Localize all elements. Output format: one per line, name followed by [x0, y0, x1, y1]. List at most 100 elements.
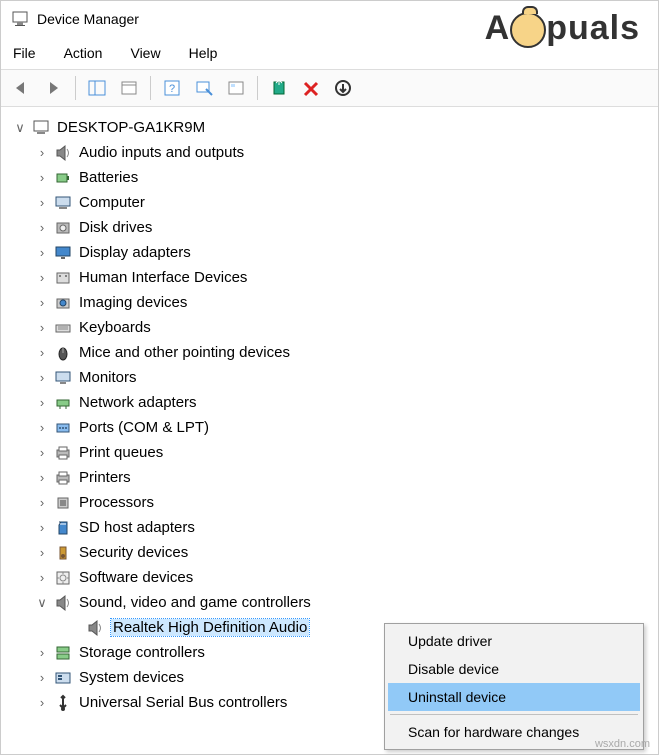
chevron-right-icon[interactable]: ›	[35, 646, 49, 660]
chevron-down-icon[interactable]: ∨	[35, 596, 49, 610]
uninstall-device-button[interactable]	[296, 73, 326, 103]
mouse-icon	[53, 343, 73, 363]
menu-view[interactable]: View	[130, 45, 160, 61]
tree-item[interactable]: › SD host adapters	[5, 515, 654, 540]
tree-item-label: Universal Serial Bus controllers	[79, 694, 287, 711]
chevron-right-icon[interactable]: ›	[35, 521, 49, 535]
footer-url: wsxdn.com	[595, 738, 650, 750]
properties-button[interactable]	[114, 73, 144, 103]
watermark-logo: Apuals	[485, 9, 640, 48]
forward-button[interactable]	[39, 73, 69, 103]
tree-item-label: Imaging devices	[79, 294, 187, 311]
tree-item[interactable]: › Audio inputs and outputs	[5, 140, 654, 165]
chevron-right-icon[interactable]: ›	[35, 471, 49, 485]
chevron-down-icon[interactable]: ∨	[13, 121, 27, 135]
tree-item[interactable]: › Ports (COM & LPT)	[5, 415, 654, 440]
toolbar-separator	[257, 76, 258, 100]
tree-item[interactable]: ›Network adapters	[5, 390, 654, 415]
keyboard-icon	[53, 318, 73, 338]
tree-item-label: Monitors	[79, 369, 137, 386]
monitor-icon	[53, 368, 73, 388]
tree-item-label: Batteries	[79, 169, 138, 186]
menu-file[interactable]: File	[13, 45, 36, 61]
show-hide-console-button[interactable]	[82, 73, 112, 103]
camera-icon	[53, 293, 73, 313]
chevron-right-icon[interactable]: ›	[35, 271, 49, 285]
tree-item[interactable]: › Print queues	[5, 440, 654, 465]
tree-item-label: Human Interface Devices	[79, 269, 247, 286]
tree-item[interactable]: › Batteries	[5, 165, 654, 190]
chevron-right-icon[interactable]: ›	[35, 346, 49, 360]
tree-root-label: DESKTOP-GA1KR9M	[57, 119, 205, 136]
chevron-right-icon[interactable]: ›	[35, 396, 49, 410]
tree-item-label: Printers	[79, 469, 131, 486]
device-properties-button[interactable]	[221, 73, 251, 103]
chevron-right-icon[interactable]: ›	[35, 371, 49, 385]
tree-item-label: SD host adapters	[79, 519, 195, 536]
tree-item[interactable]: › Printers	[5, 465, 654, 490]
chevron-right-icon[interactable]: ›	[35, 146, 49, 160]
chevron-right-icon[interactable]: ›	[35, 421, 49, 435]
network-icon	[53, 393, 73, 413]
tree-item-label: Storage controllers	[79, 644, 205, 661]
update-driver-button[interactable]	[264, 73, 294, 103]
tree-item[interactable]: ›Mice and other pointing devices	[5, 340, 654, 365]
chevron-right-icon[interactable]: ›	[35, 246, 49, 260]
context-update-driver[interactable]: Update driver	[388, 627, 640, 655]
context-separator	[390, 714, 638, 715]
tree-item[interactable]: › Human Interface Devices	[5, 265, 654, 290]
speaker-icon	[53, 143, 73, 163]
chevron-right-icon[interactable]: ›	[35, 571, 49, 585]
watermark-face-icon	[510, 12, 546, 48]
tree-item[interactable]: ›Keyboards	[5, 315, 654, 340]
tree-item[interactable]: › Imaging devices	[5, 290, 654, 315]
chevron-right-icon[interactable]: ›	[35, 321, 49, 335]
printer-icon	[53, 468, 73, 488]
battery-icon	[53, 168, 73, 188]
tree-item[interactable]: › Software devices	[5, 565, 654, 590]
computer-icon	[53, 193, 73, 213]
tree-item-label: Software devices	[79, 569, 193, 586]
tree-item[interactable]: › Monitors	[5, 365, 654, 390]
device-manager-icon	[11, 10, 29, 28]
cpu-icon	[53, 493, 73, 513]
context-disable-device[interactable]: Disable device	[388, 655, 640, 683]
tree-item-label: Computer	[79, 194, 145, 211]
storage-icon	[53, 643, 73, 663]
tree-item[interactable]: › Processors	[5, 490, 654, 515]
chevron-right-icon[interactable]: ›	[35, 446, 49, 460]
chevron-right-icon[interactable]: ›	[35, 696, 49, 710]
display-icon	[53, 243, 73, 263]
tree-root[interactable]: ∨ DESKTOP-GA1KR9M	[5, 115, 654, 140]
tree-item-label: Ports (COM & LPT)	[79, 419, 209, 436]
system-icon	[53, 668, 73, 688]
scan-hardware-button[interactable]	[189, 73, 219, 103]
chevron-right-icon[interactable]: ›	[35, 196, 49, 210]
tree-item-label: Display adapters	[79, 244, 191, 261]
help-button[interactable]: ?	[157, 73, 187, 103]
watermark-suffix: puals	[546, 9, 640, 47]
back-button[interactable]	[7, 73, 37, 103]
chevron-right-icon[interactable]: ›	[35, 296, 49, 310]
tree-item[interactable]: ›Disk drives	[5, 215, 654, 240]
tree-item[interactable]: ∨Sound, video and game controllers	[5, 590, 654, 615]
chevron-right-icon[interactable]: ›	[35, 221, 49, 235]
printer-icon	[53, 443, 73, 463]
tree-item-label: Audio inputs and outputs	[79, 144, 244, 161]
tree-item[interactable]: › Computer	[5, 190, 654, 215]
tree-item[interactable]: › Display adapters	[5, 240, 654, 265]
context-uninstall-device[interactable]: Uninstall device	[388, 683, 640, 711]
chevron-right-icon[interactable]: ›	[35, 546, 49, 560]
menu-action[interactable]: Action	[64, 45, 103, 61]
tree-item-label: Print queues	[79, 444, 163, 461]
tree-item[interactable]: ›Security devices	[5, 540, 654, 565]
svg-text:?: ?	[169, 83, 175, 95]
chevron-right-icon[interactable]: ›	[35, 171, 49, 185]
tree-item-label: Processors	[79, 494, 154, 511]
menu-help[interactable]: Help	[189, 45, 218, 61]
chevron-right-icon[interactable]: ›	[35, 671, 49, 685]
disable-device-button[interactable]	[328, 73, 358, 103]
toolbar-separator	[75, 76, 76, 100]
toolbar: ?	[1, 69, 658, 107]
chevron-right-icon[interactable]: ›	[35, 496, 49, 510]
